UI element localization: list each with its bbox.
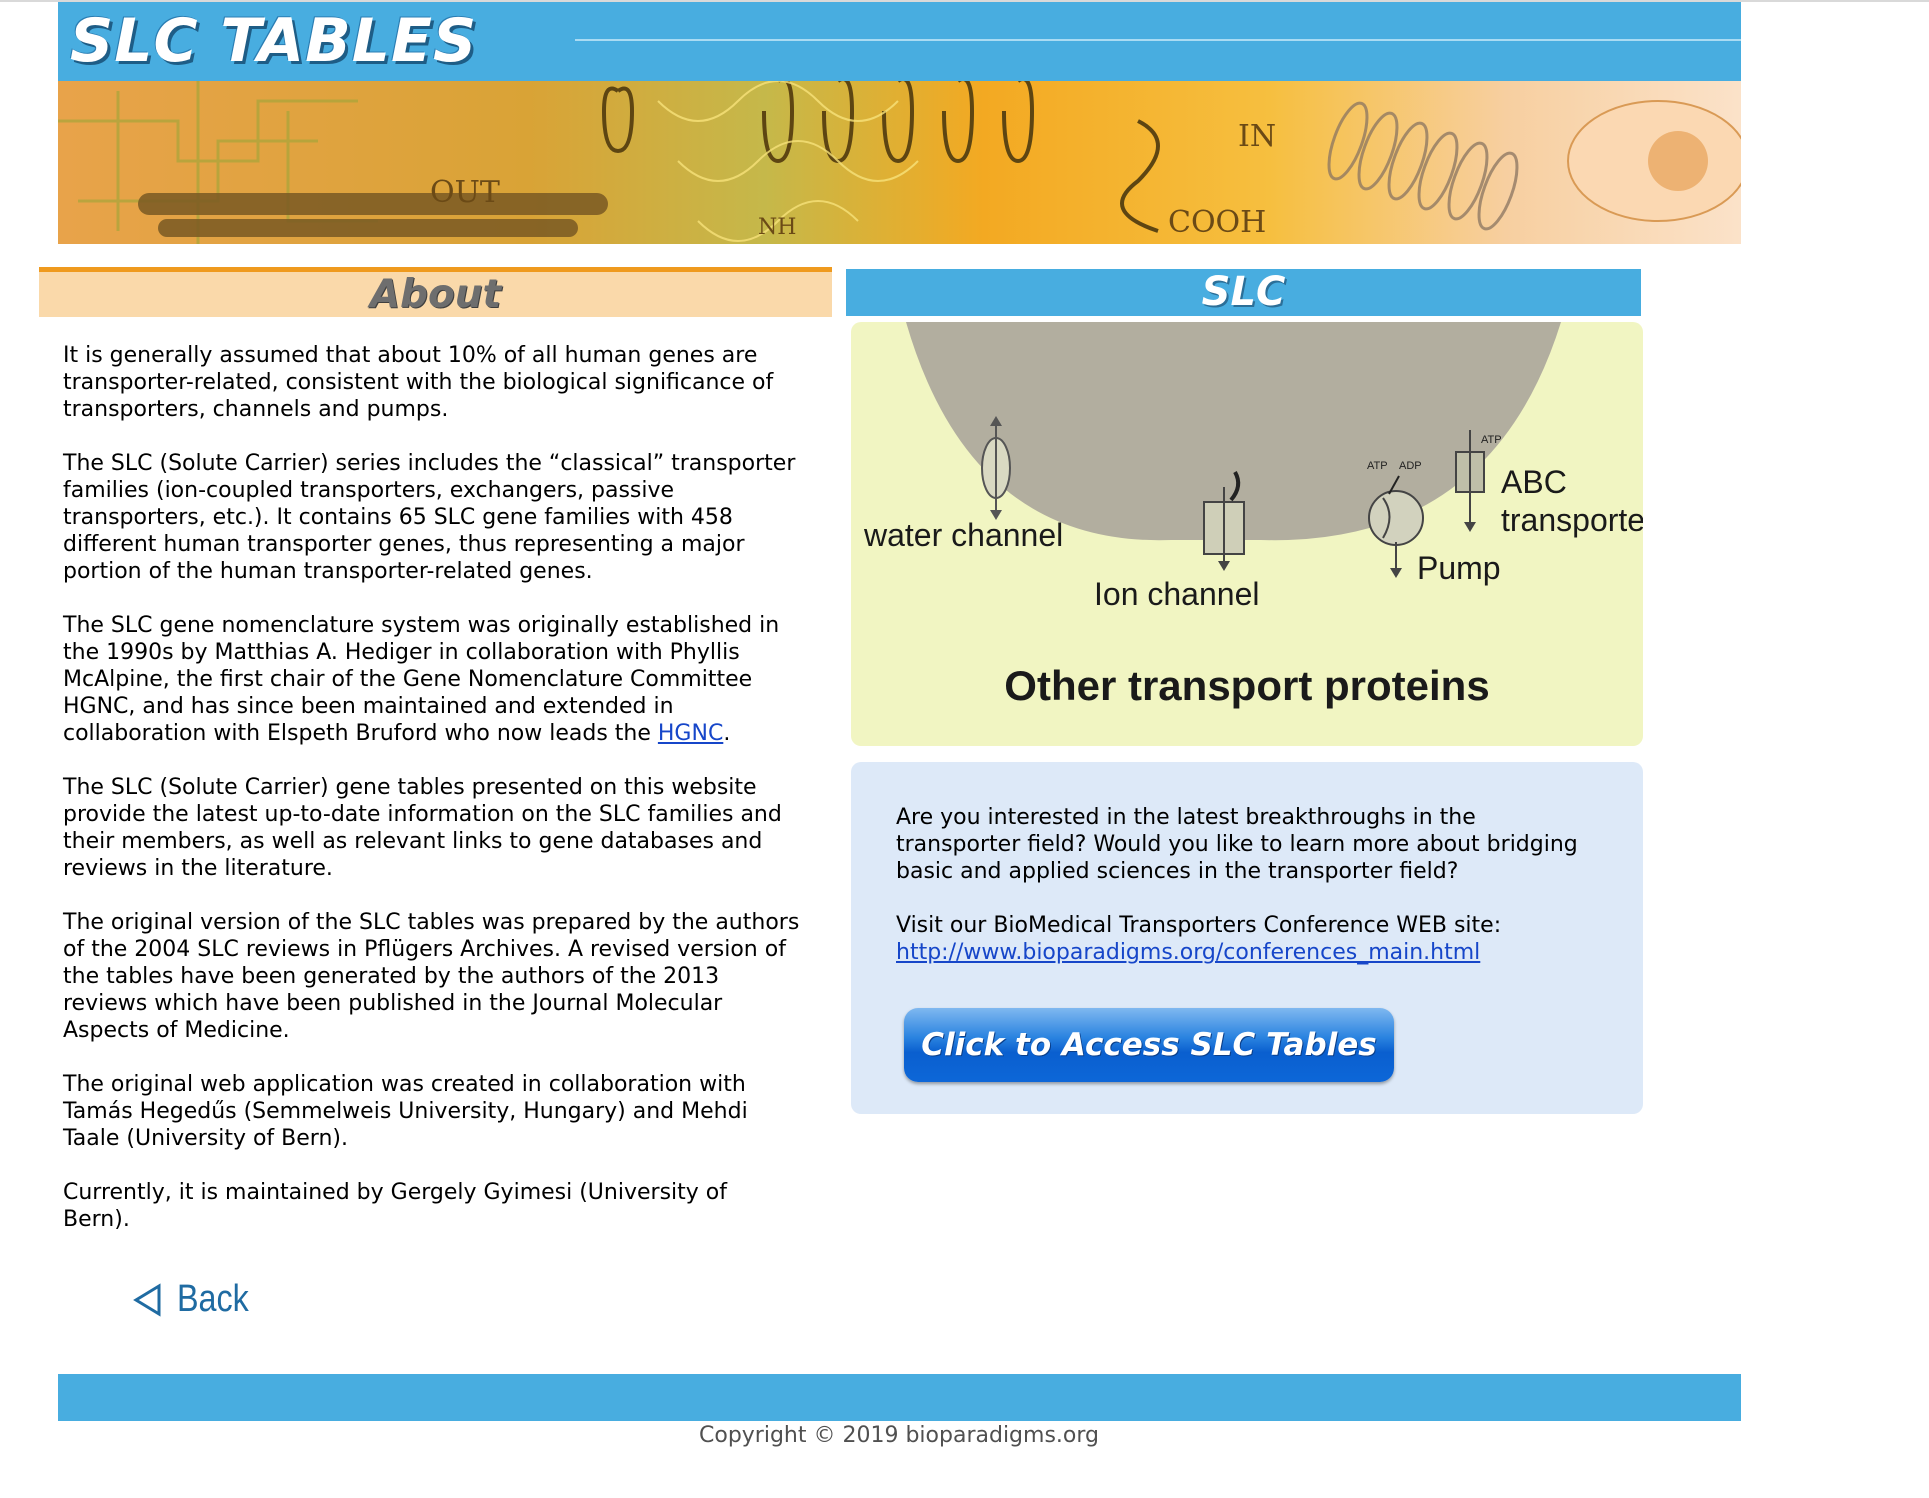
header-banner-image: OUT IN NH COOH <box>58 81 1741 244</box>
atp-label: ATP <box>1367 460 1388 472</box>
conference-link[interactable]: http://www.bioparadigms.org/conferences_… <box>896 940 1480 965</box>
about-paragraph: The original web application was created… <box>63 1072 748 1151</box>
about-paragraph: The original version of the SLC tables w… <box>63 910 800 1043</box>
site-logo[interactable]: SLC TABLES <box>70 6 477 76</box>
info-visit: Visit our BioMedical Transporters Confer… <box>896 912 1586 966</box>
access-slc-tables-button[interactable]: Click to Access SLC Tables <box>904 1008 1394 1082</box>
header-divider <box>575 39 1741 41</box>
about-text: It is generally assumed that about 10% o… <box>63 342 893 1260</box>
banner-label-out: OUT <box>430 175 500 210</box>
pump-label: Pump <box>1417 550 1501 586</box>
visit-text: Visit our BioMedical Transporters Confer… <box>896 913 1502 938</box>
info-text: Are you interested in the latest breakth… <box>896 804 1586 966</box>
about-paragraph: The SLC (Solute Carrier) series includes… <box>63 451 796 584</box>
banner-label-cooh: COOH <box>1168 205 1267 240</box>
conference-info-box: Are you interested in the latest breakth… <box>851 762 1643 1114</box>
slc-heading: SLC <box>846 269 1641 316</box>
banner-label-in: IN <box>1238 119 1277 154</box>
about-paragraph: The SLC (Solute Carrier) gene tables pre… <box>63 775 782 881</box>
header-bar: SLC TABLES <box>58 2 1741 81</box>
about-paragraph-nomenclature: The SLC gene nomenclature system was ori… <box>63 612 893 747</box>
diagram-title: Other transport proteins <box>1004 662 1490 709</box>
info-question: Are you interested in the latest breakth… <box>896 805 1578 884</box>
abc-label-line1: ABC <box>1501 464 1567 500</box>
abc-label-line2: transporter <box>1501 502 1643 538</box>
triangle-left-icon <box>133 1282 161 1317</box>
footer-bar <box>58 1374 1741 1421</box>
back-label: Back <box>177 1278 249 1320</box>
water-channel-label: water channel <box>864 517 1064 553</box>
ion-channel-label: Ion channel <box>1094 576 1260 612</box>
adp-label: ADP <box>1399 460 1422 472</box>
nomenclature-end: . <box>723 721 731 746</box>
banner-artwork <box>58 81 1741 244</box>
atp-label-abc: ATP <box>1481 434 1502 446</box>
about-paragraph: It is generally assumed that about 10% o… <box>63 343 774 422</box>
about-paragraph: Currently, it is maintained by Gergely G… <box>63 1180 727 1232</box>
back-button[interactable]: Back <box>133 1278 261 1321</box>
transport-proteins-diagram: water channel Ion channel Pump ABC trans… <box>851 322 1643 746</box>
hgnc-link[interactable]: HGNC <box>658 721 723 746</box>
banner-label-nh: NH <box>758 215 797 240</box>
about-heading: About <box>39 272 832 317</box>
copyright-text: Copyright © 2019 bioparadigms.org <box>699 1423 1099 1448</box>
